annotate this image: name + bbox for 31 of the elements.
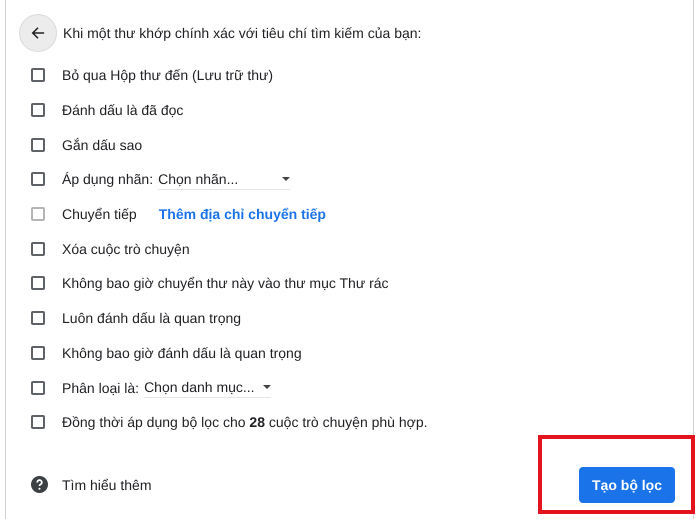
checkbox[interactable] — [31, 380, 45, 395]
caret-icon — [282, 176, 290, 181]
option-label: Chuyển tiếp — [62, 206, 137, 222]
back-arrow-icon — [31, 26, 45, 40]
checkbox[interactable] — [31, 103, 45, 118]
back-button[interactable] — [19, 14, 57, 52]
checkbox[interactable] — [31, 68, 45, 82]
help-icon — [31, 476, 48, 494]
checkbox[interactable] — [31, 415, 45, 430]
option-label: Không bao giờ đánh dấu là quan trọng — [62, 344, 302, 361]
option-label: Đánh dấu là đã đọc — [62, 102, 184, 118]
create-filter-button[interactable]: Tạo bộ lọc — [579, 466, 675, 503]
option-label: Luôn đánh dấu là quan trọng — [62, 310, 242, 326]
header-text: Khi một thư khớp chính xác với tiêu chí tìm kiếm của bạn: — [63, 25, 422, 41]
learn-more-link[interactable]: Tìm hiểu thêm — [62, 476, 152, 493]
checkbox[interactable] — [31, 138, 45, 152]
option-label: Bỏ qua Hộp thư đến (Lưu trữ thư) — [62, 67, 274, 84]
dropdown[interactable]: Chọn danh mục... — [144, 377, 272, 398]
checkbox[interactable] — [31, 242, 45, 256]
checkbox[interactable] — [31, 172, 45, 186]
option-label: Không bao giờ chuyển thư này vào thư mục Thư rác — [62, 275, 389, 292]
dropdown[interactable]: Chọn nhãn... — [158, 168, 290, 190]
caret-icon — [263, 385, 272, 390]
option-label: Gắn dấu sao — [62, 136, 142, 153]
checkbox[interactable] — [31, 311, 45, 326]
checkbox[interactable] — [31, 276, 45, 290]
checkbox[interactable] — [31, 346, 45, 360]
option-label: Đồng thời áp dụng bộ lọc cho 28 cuộc trò chuyện phù hợp. — [62, 414, 428, 430]
option-label: Xóa cuộc trò chuyện — [62, 240, 190, 257]
option-label: Phân loại là: — [62, 380, 140, 396]
option-label: Áp dụng nhãn: — [62, 171, 154, 188]
